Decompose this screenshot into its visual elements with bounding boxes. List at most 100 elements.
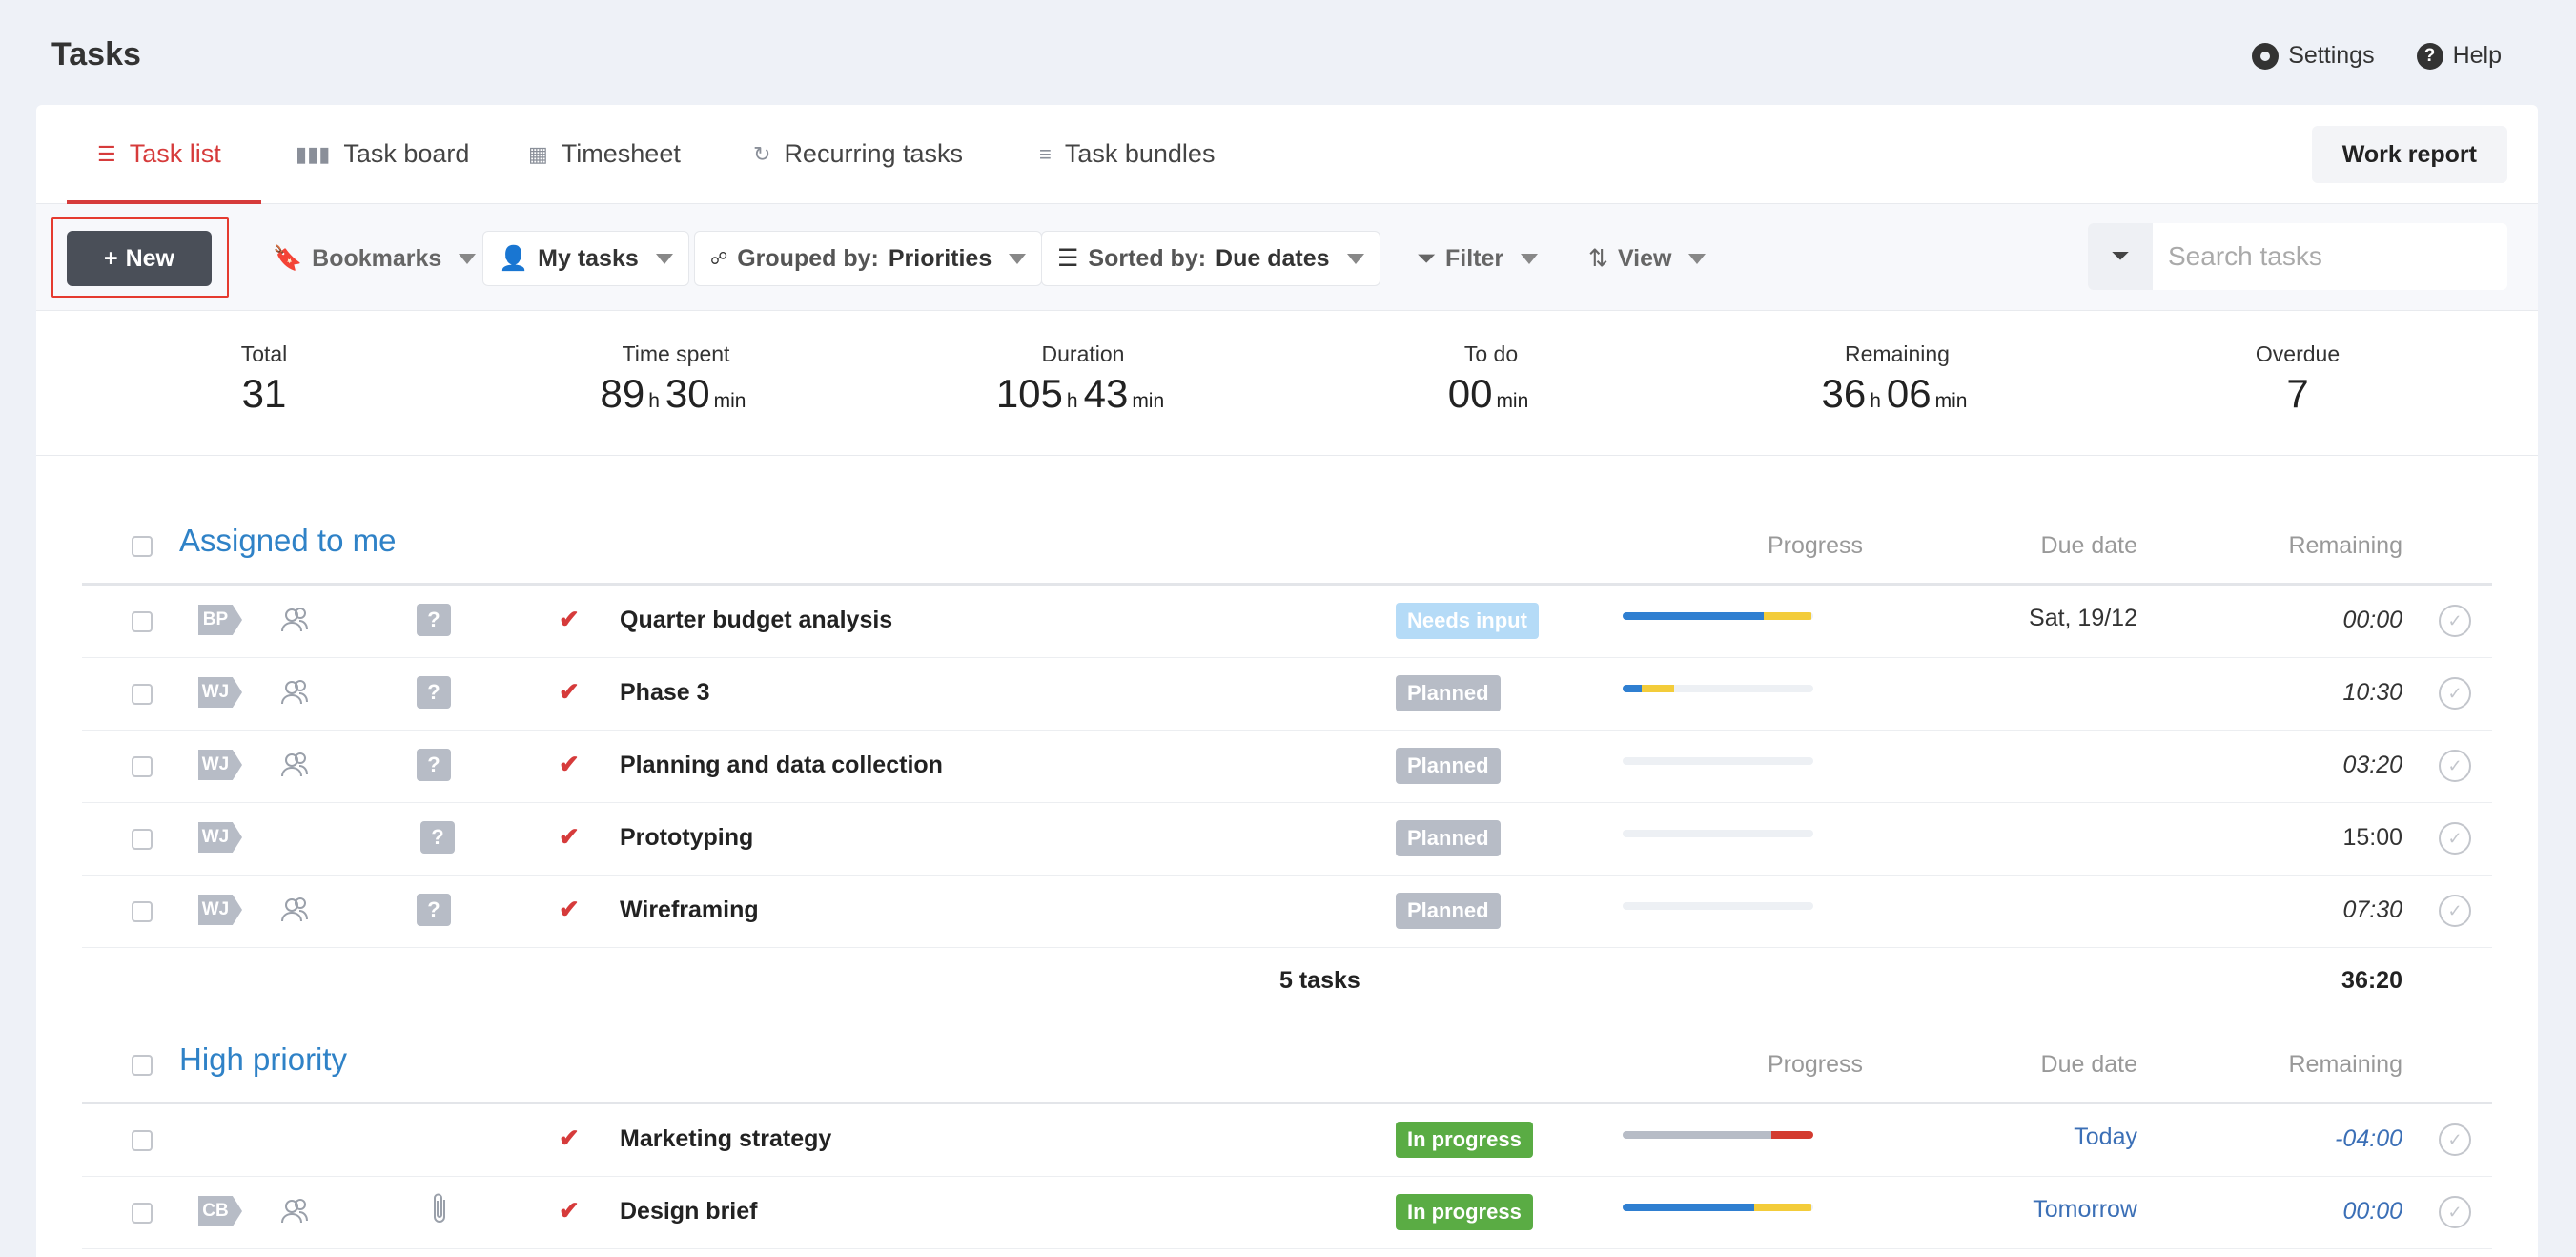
search-input[interactable] bbox=[2153, 241, 2496, 272]
group-icon: ☍ bbox=[710, 248, 728, 268]
task-row[interactable]: WJ? ✔ Wireframing Planned 07:30 ✓ bbox=[82, 876, 2492, 948]
view-dropdown[interactable]: ⇅ View bbox=[1573, 231, 1721, 286]
tab-label: Timesheet bbox=[561, 139, 681, 168]
search-filter-icon[interactable]: ⏷ bbox=[2088, 223, 2153, 290]
task-name[interactable]: Design brief bbox=[620, 1198, 757, 1226]
people-icon[interactable] bbox=[280, 1196, 309, 1226]
task-checkbox[interactable] bbox=[132, 901, 153, 922]
status-badge[interactable]: In progress bbox=[1396, 1194, 1533, 1230]
task-checkbox[interactable] bbox=[132, 829, 153, 850]
column-header-progress[interactable]: Progress bbox=[1768, 1051, 1863, 1079]
status-badge[interactable]: Planned bbox=[1396, 748, 1501, 784]
complete-task-icon[interactable]: ✓ bbox=[2439, 750, 2471, 782]
group-header: Assigned to me Progress Due date Remaining bbox=[82, 513, 2492, 574]
task-name[interactable]: Phase 3 bbox=[620, 679, 710, 707]
task-row[interactable]: WJ? ✔ Planning and data collection Planned 0… bbox=[82, 731, 2492, 803]
group-title[interactable]: Assigned to me bbox=[179, 523, 396, 559]
task-row[interactable]: CB ✔ Design brief In progress Tomorrow 00:00 ✓ bbox=[82, 1177, 2492, 1249]
grouped-by-prefix: Grouped by: bbox=[737, 244, 879, 272]
stat-value: 105 h 43 min bbox=[995, 371, 1165, 416]
task-checkbox[interactable] bbox=[132, 684, 153, 705]
group-title[interactable]: High priority bbox=[179, 1041, 347, 1078]
assignee-tag[interactable]: WJ bbox=[198, 677, 242, 708]
assignee-tag[interactable]: WJ bbox=[198, 822, 242, 853]
progress-bar bbox=[1623, 830, 1813, 837]
status-badge[interactable]: Planned bbox=[1396, 675, 1501, 711]
status-badge[interactable]: Planned bbox=[1396, 893, 1501, 929]
progress-bar bbox=[1623, 612, 1813, 620]
filter-dropdown[interactable]: ⏷ Filter bbox=[1401, 231, 1553, 286]
people-icon[interactable] bbox=[280, 605, 309, 635]
task-checkbox[interactable] bbox=[132, 611, 153, 632]
tab-bar: ☰ Task list ▮▮▮ Task board ▦ Timesheet ↻… bbox=[36, 105, 2538, 204]
task-name[interactable]: Prototyping bbox=[620, 824, 753, 852]
task-row[interactable]: ✔ Marketing strategy In progress Today -04:0… bbox=[82, 1104, 2492, 1177]
tab-task-bundles[interactable]: ≡ Task bundles bbox=[1039, 139, 1215, 169]
group-select-checkbox[interactable] bbox=[132, 536, 153, 557]
assignee-tag[interactable]: BP bbox=[198, 605, 242, 635]
stat-label: Total bbox=[240, 341, 288, 366]
unknown-estimate-icon[interactable]: ? bbox=[417, 676, 451, 709]
grouped-by-value: Priorities bbox=[888, 244, 992, 272]
bookmarks-dropdown[interactable]: 🔖 Bookmarks bbox=[257, 231, 491, 286]
stat-label: Remaining bbox=[1845, 341, 1950, 366]
task-name[interactable]: Quarter budget analysis bbox=[620, 607, 892, 634]
assignee-tag[interactable]: WJ bbox=[198, 895, 242, 925]
my-tasks-dropdown[interactable]: 👤 My tasks bbox=[482, 231, 689, 286]
complete-task-icon[interactable]: ✓ bbox=[2439, 1196, 2471, 1228]
complete-task-icon[interactable]: ✓ bbox=[2439, 822, 2471, 855]
people-icon[interactable] bbox=[280, 677, 309, 708]
complete-task-icon[interactable]: ✓ bbox=[2439, 1123, 2471, 1156]
complete-task-icon[interactable]: ✓ bbox=[2439, 605, 2471, 637]
task-row[interactable]: BP? ✔ Quarter budget analysis Needs input Sa… bbox=[82, 586, 2492, 658]
bookmark-icon: 🔖 bbox=[273, 244, 303, 272]
column-header-due-date[interactable]: Due date bbox=[2041, 1051, 2137, 1079]
assignee-tag[interactable]: WJ bbox=[198, 750, 242, 780]
tab-timesheet[interactable]: ▦ Timesheet bbox=[528, 139, 681, 169]
task-name[interactable]: Wireframing bbox=[620, 896, 759, 924]
group-select-checkbox[interactable] bbox=[132, 1055, 153, 1076]
sorted-by-prefix: Sorted by: bbox=[1088, 244, 1207, 272]
complete-task-icon[interactable]: ✓ bbox=[2439, 895, 2471, 927]
new-task-button[interactable]: + New bbox=[67, 231, 212, 286]
remaining-time: 15:00 bbox=[2342, 824, 2402, 851]
assignee-tag[interactable]: CB bbox=[198, 1196, 242, 1226]
help-link[interactable]: ? Help bbox=[2416, 42, 2502, 70]
status-badge[interactable]: Needs input bbox=[1396, 603, 1539, 639]
status-badge[interactable]: Planned bbox=[1396, 820, 1501, 856]
people-icon[interactable] bbox=[280, 895, 309, 925]
tab-recurring-tasks[interactable]: ↻ Recurring tasks bbox=[753, 139, 963, 169]
task-name[interactable]: Planning and data collection bbox=[620, 752, 943, 779]
tab-task-board[interactable]: ▮▮▮ Task board bbox=[296, 139, 469, 169]
people-icon[interactable] bbox=[280, 750, 309, 780]
task-row[interactable]: WJ? ✔ Prototyping Planned 15:00 ✓ bbox=[82, 803, 2492, 876]
column-header-due-date[interactable]: Due date bbox=[2041, 532, 2137, 560]
due-date[interactable]: Today bbox=[2074, 1123, 2137, 1151]
task-name[interactable]: Marketing strategy bbox=[620, 1125, 831, 1153]
work-report-button[interactable]: Work report bbox=[2311, 126, 2507, 183]
due-date[interactable]: Tomorrow bbox=[2033, 1196, 2137, 1224]
task-checkbox[interactable] bbox=[132, 1203, 153, 1224]
task-row[interactable]: WJ? ✔ Phase 3 Planned 10:30 ✓ bbox=[82, 658, 2492, 731]
column-header-remaining[interactable]: Remaining bbox=[2288, 1051, 2402, 1079]
tab-task-list[interactable]: ☰ Task list bbox=[97, 139, 221, 169]
due-date[interactable]: Sat, 19/12 bbox=[2029, 605, 2137, 632]
grouped-by-dropdown[interactable]: ☍ Grouped by: Priorities bbox=[694, 231, 1043, 286]
paperclip-icon[interactable] bbox=[431, 1192, 450, 1226]
stack-icon: ≡ bbox=[1039, 141, 1052, 166]
bookmarks-label: Bookmarks bbox=[312, 244, 442, 272]
complete-task-icon[interactable]: ✓ bbox=[2439, 677, 2471, 710]
column-header-progress[interactable]: Progress bbox=[1768, 532, 1863, 560]
unknown-estimate-icon[interactable]: ? bbox=[417, 604, 451, 636]
main-card: ☰ Task list ▮▮▮ Task board ▦ Timesheet ↻… bbox=[36, 105, 2538, 1257]
column-header-remaining[interactable]: Remaining bbox=[2288, 532, 2402, 560]
status-badge[interactable]: In progress bbox=[1396, 1122, 1533, 1158]
task-checkbox[interactable] bbox=[132, 756, 153, 777]
task-checkbox[interactable] bbox=[132, 1130, 153, 1151]
unknown-estimate-icon[interactable]: ? bbox=[417, 894, 451, 926]
settings-link[interactable]: Settings bbox=[2252, 42, 2375, 70]
sorted-by-dropdown[interactable]: ☰ Sorted by: Due dates bbox=[1041, 231, 1380, 286]
group-summary: 5 tasks 36:20 bbox=[82, 948, 2492, 1017]
unknown-estimate-icon[interactable]: ? bbox=[417, 749, 451, 781]
unknown-estimate-icon[interactable]: ? bbox=[420, 821, 455, 854]
